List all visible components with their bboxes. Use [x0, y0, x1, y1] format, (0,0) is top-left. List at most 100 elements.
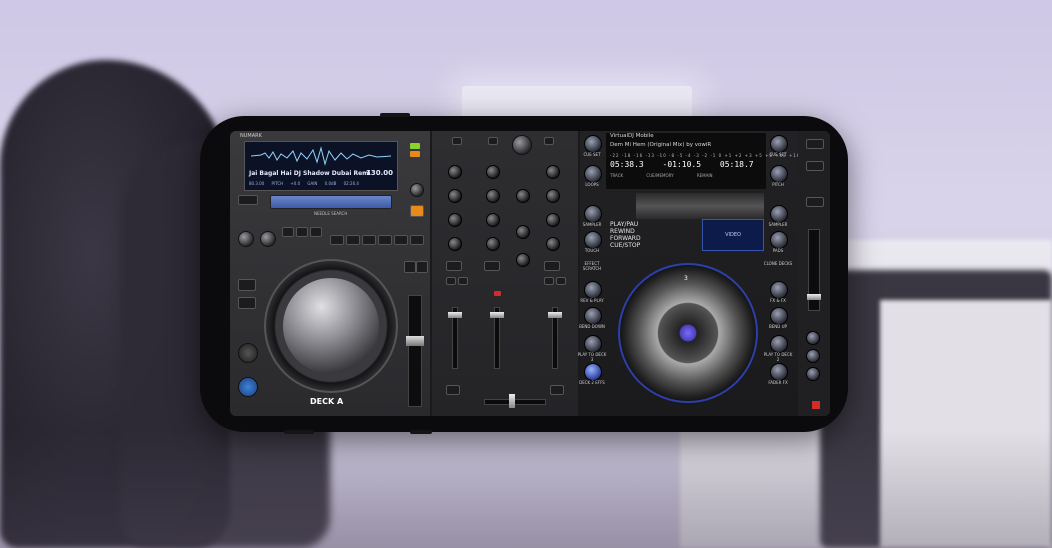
loop-out-button[interactable]: [296, 227, 308, 237]
channel-2-fader-thumb[interactable]: [490, 312, 504, 318]
rewind-item[interactable]: REWIND: [610, 228, 641, 235]
mixer-button-1[interactable]: [452, 137, 462, 145]
channel-3-high-knob[interactable]: [546, 189, 560, 203]
pitch-slider-thumb[interactable]: [406, 336, 424, 346]
filter-knob[interactable]: [516, 189, 530, 203]
pitch-range-button[interactable]: [416, 261, 428, 273]
channel-2-mid-knob[interactable]: [486, 213, 500, 227]
fx-button[interactable]: [770, 281, 788, 299]
effect-button-5[interactable]: [394, 235, 408, 245]
strip-button-1[interactable]: [806, 139, 824, 149]
crossfader[interactable]: [484, 394, 546, 408]
cue-set-button-right[interactable]: [770, 135, 788, 153]
play-pause-item[interactable]: PLAY/PAU: [610, 221, 641, 228]
channel-3-mid-knob[interactable]: [546, 213, 560, 227]
mixer-button-3[interactable]: [544, 137, 554, 145]
ch1-button-b[interactable]: [458, 277, 468, 285]
cue-stop-item[interactable]: CUE/STOP: [610, 242, 641, 249]
shift-button[interactable]: [238, 297, 256, 309]
channel-3-fader[interactable]: [548, 307, 562, 369]
video-button[interactable]: VIDEO: [702, 219, 764, 251]
effect-button-3[interactable]: [362, 235, 376, 245]
channel-1-mid-knob[interactable]: [448, 213, 462, 227]
deck-a-pitch-slider[interactable]: [406, 295, 424, 407]
auto-loop-button[interactable]: [238, 279, 256, 291]
channel-1-low-knob[interactable]: [448, 237, 462, 251]
effect-button-4[interactable]: [378, 235, 392, 245]
strip-button-2[interactable]: [806, 161, 824, 171]
loops-button[interactable]: [584, 165, 602, 183]
sampler-button-right[interactable]: [770, 205, 788, 223]
deck-2-effs-button[interactable]: [584, 363, 602, 381]
fader-fx-button[interactable]: [770, 363, 788, 381]
headphone-volume-knob[interactable]: [516, 253, 530, 267]
bend-up-button[interactable]: [770, 307, 788, 325]
bend-down-button[interactable]: [584, 307, 602, 325]
channel-1-fader-thumb[interactable]: [448, 312, 462, 318]
channel-1-fader[interactable]: [448, 307, 462, 369]
touch-button[interactable]: [584, 231, 602, 249]
sync-button[interactable]: [410, 151, 420, 157]
channel-3-low-knob[interactable]: [546, 237, 560, 251]
effect-button-2[interactable]: [346, 235, 360, 245]
loops-label: LOOPS: [585, 182, 599, 187]
strip-button-3[interactable]: [806, 197, 824, 207]
keylock-button[interactable]: [404, 261, 416, 273]
turntable-ring: [618, 263, 758, 403]
cue-button[interactable]: [238, 343, 258, 363]
channel-3-cue-button[interactable]: [544, 261, 560, 271]
fader-fx-label: FADER FX: [768, 380, 788, 385]
mixer-button-2[interactable]: [488, 137, 498, 145]
channel-2-cue-button[interactable]: [484, 261, 500, 271]
crossfader-assign-right[interactable]: [550, 385, 564, 395]
forward-item[interactable]: FORWARD: [610, 235, 641, 242]
channel-3-fader-thumb[interactable]: [548, 312, 562, 318]
effect-button-1[interactable]: [330, 235, 344, 245]
master-volume-knob[interactable]: [512, 135, 532, 155]
scratch-button[interactable]: [238, 195, 258, 205]
channel-1-gain-knob[interactable]: [448, 165, 462, 179]
effect-scratch-label[interactable]: EFFECT SCRATCH: [577, 261, 607, 271]
deck-a-jog-wheel[interactable]: [264, 259, 398, 393]
deck-b-waveform: [636, 193, 764, 219]
cue-set-button-left[interactable]: [584, 135, 602, 153]
loop-knob-2[interactable]: [260, 231, 276, 247]
effect-button-6[interactable]: [410, 235, 424, 245]
gain-knob[interactable]: [410, 183, 424, 197]
jog-wheel-platter[interactable]: [283, 278, 379, 374]
deck-b-pitch-thumb[interactable]: [807, 294, 821, 300]
channel-1-high-knob[interactable]: [448, 189, 462, 203]
strip-knob-3[interactable]: [806, 367, 820, 381]
reloop-button[interactable]: [310, 227, 322, 237]
channel-2-gain-knob[interactable]: [486, 165, 500, 179]
load-button[interactable]: [410, 143, 420, 149]
needle-search-bar[interactable]: [270, 195, 392, 209]
crossfader-thumb[interactable]: [509, 394, 515, 408]
play-to-deck-3-button[interactable]: [584, 335, 602, 353]
play-to-deck-2-button[interactable]: [770, 335, 788, 353]
headphone-mix-knob[interactable]: [516, 225, 530, 239]
pitch-button[interactable]: [770, 165, 788, 183]
ch3-button-b[interactable]: [556, 277, 566, 285]
strip-knob-1[interactable]: [806, 331, 820, 345]
channel-3-gain-knob[interactable]: [546, 165, 560, 179]
deck-b-turntable[interactable]: [618, 263, 758, 403]
strip-knob-2[interactable]: [806, 349, 820, 363]
sampler-button-left[interactable]: [584, 205, 602, 223]
ch3-button-a[interactable]: [544, 277, 554, 285]
crossfader-assign-left[interactable]: [446, 385, 460, 395]
channel-1-cue-button[interactable]: [446, 261, 462, 271]
loop-in-button[interactable]: [282, 227, 294, 237]
orange-hotcue-button[interactable]: [410, 205, 424, 217]
clone-decks-label[interactable]: CLONE DECKS: [763, 261, 793, 266]
rev-play-button[interactable]: [584, 281, 602, 299]
ch1-button-a[interactable]: [446, 277, 456, 285]
channel-2-fader[interactable]: [490, 307, 504, 369]
play-pause-button[interactable]: [238, 377, 258, 397]
pads-button[interactable]: [770, 231, 788, 249]
channel-2-high-knob[interactable]: [486, 189, 500, 203]
loop-knob[interactable]: [238, 231, 254, 247]
channel-2-low-knob[interactable]: [486, 237, 500, 251]
deck-b-pitch-slider[interactable]: [807, 229, 821, 311]
sampler-label-left: SAMPLER: [582, 222, 602, 227]
